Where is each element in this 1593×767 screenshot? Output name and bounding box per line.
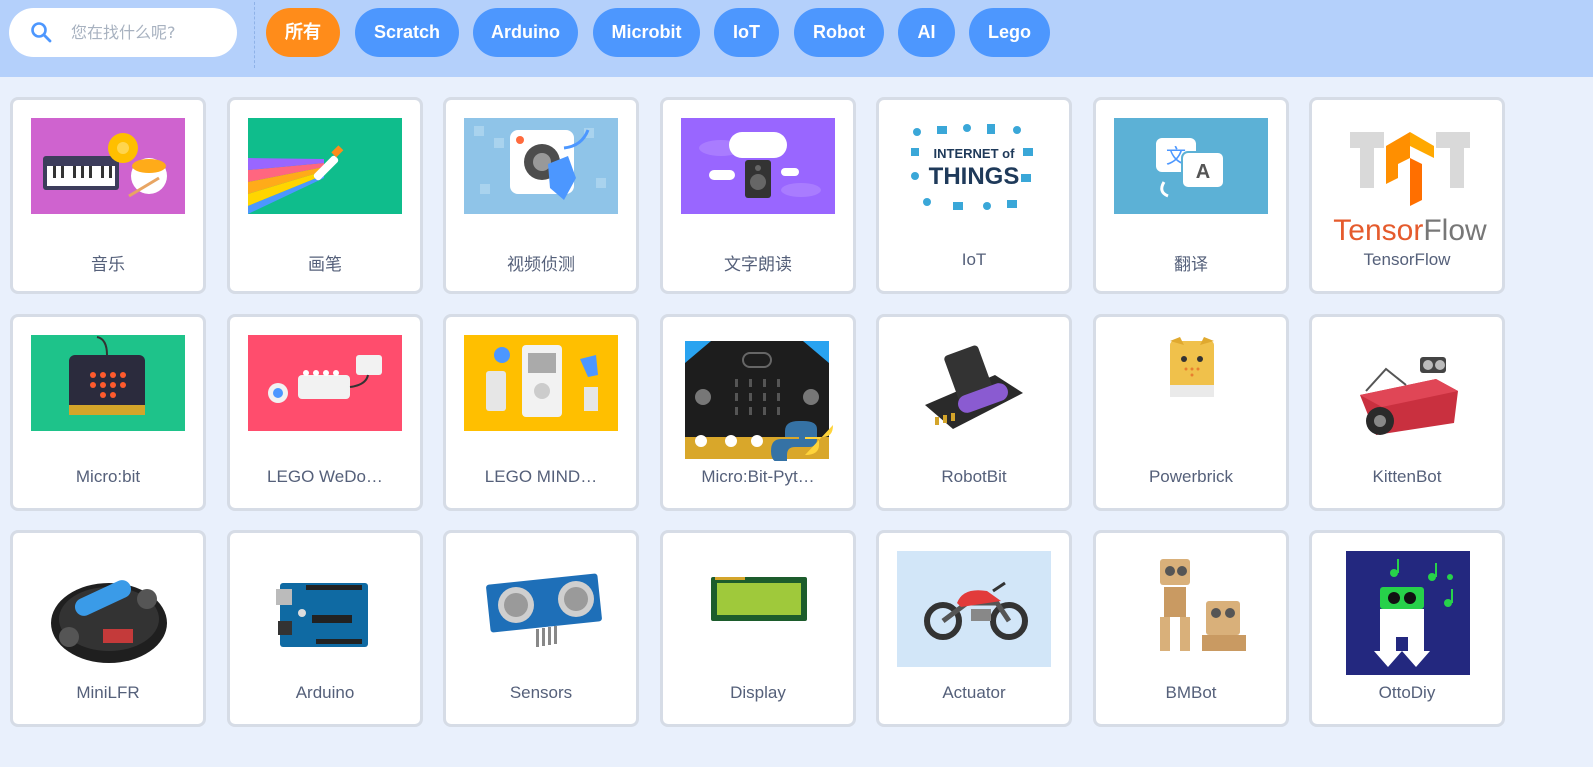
extension-label: LEGO MIND… bbox=[484, 467, 598, 486]
extension-label: Powerbrick bbox=[1148, 467, 1234, 486]
lcd-display-icon bbox=[709, 575, 809, 623]
kittenbot-icon bbox=[1346, 335, 1470, 459]
search-icon bbox=[31, 22, 52, 43]
extension-label: LEGO WeDo… bbox=[267, 467, 383, 486]
minilfr-icon bbox=[47, 559, 171, 669]
microbit-python-icon bbox=[681, 337, 833, 461]
extension-label: BMBot bbox=[1165, 683, 1217, 702]
extension-card-actuator[interactable]: Actuator bbox=[876, 530, 1072, 727]
extension-card-lego-wedo[interactable]: LEGO WeDo… bbox=[227, 314, 423, 511]
extension-label: Micro:bit bbox=[75, 467, 141, 486]
iot-art-text-2: THINGS bbox=[929, 163, 1020, 190]
ottodiy-icon bbox=[1346, 551, 1470, 675]
extension-card-iot[interactable]: INTERNET of THINGS IoT bbox=[876, 97, 1072, 294]
filter-tag-robot[interactable]: Robot bbox=[794, 8, 884, 57]
extension-card-tensorflow[interactable]: TensorFlow TensorFlow bbox=[1309, 97, 1505, 294]
extension-card-text-to-speech[interactable]: 文字朗读 bbox=[660, 97, 856, 294]
powerbrick-icon bbox=[1162, 335, 1222, 405]
extension-card-minilfr[interactable]: MiniLFR bbox=[10, 530, 206, 727]
filter-tag-microbit[interactable]: Microbit bbox=[593, 8, 700, 57]
microbit-icon bbox=[31, 335, 185, 431]
extension-card-kittenbot[interactable]: KittenBot bbox=[1309, 314, 1505, 511]
search-box[interactable] bbox=[9, 8, 237, 57]
extension-label: Actuator bbox=[942, 683, 1006, 702]
motorcycle-icon bbox=[897, 551, 1051, 667]
extension-card-microbit[interactable]: Micro:bit bbox=[10, 314, 206, 511]
extension-label: Arduino bbox=[295, 683, 355, 702]
extension-card-arduino[interactable]: Arduino bbox=[227, 530, 423, 727]
filter-tag-scratch[interactable]: Scratch bbox=[355, 8, 459, 57]
svg-text:A: A bbox=[1196, 161, 1210, 183]
filter-tag-iot[interactable]: IoT bbox=[714, 8, 779, 57]
robotbit-icon bbox=[911, 335, 1035, 447]
extension-card-bmbot[interactable]: BMBot bbox=[1093, 530, 1289, 727]
extension-label: KittenBot bbox=[1372, 467, 1442, 486]
extension-card-pen[interactable]: 画笔 bbox=[227, 97, 423, 294]
extension-card-translate[interactable]: 文 A 翻译 bbox=[1093, 97, 1289, 294]
extension-card-video-sensing[interactable]: 视频侦测 bbox=[443, 97, 639, 294]
extension-label: Micro:Bit-Pyt… bbox=[701, 467, 815, 486]
tensorflow-icon: TensorFlow bbox=[1330, 118, 1490, 248]
lego-wedo-icon bbox=[248, 335, 402, 431]
filter-tag-all[interactable]: 所有 bbox=[266, 8, 340, 57]
extension-label: 翻译 bbox=[1174, 255, 1208, 274]
extension-label: 画笔 bbox=[308, 255, 342, 274]
iot-art: INTERNET of THINGS bbox=[897, 118, 1051, 214]
extension-label: IoT bbox=[961, 250, 987, 269]
extension-label: MiniLFR bbox=[76, 683, 140, 702]
extension-label: Display bbox=[730, 683, 786, 702]
iot-art-text-1: INTERNET of bbox=[934, 146, 1016, 161]
music-icon bbox=[31, 118, 185, 214]
extension-card-ottodiy[interactable]: OttoDiy bbox=[1309, 530, 1505, 727]
extension-card-microbit-python[interactable]: Micro:Bit-Pyt… bbox=[660, 314, 856, 511]
extension-card-robotbit[interactable]: RobotBit bbox=[876, 314, 1072, 511]
text-to-speech-icon bbox=[681, 118, 835, 214]
extension-card-lego-mindstorms[interactable]: LEGO MIND… bbox=[443, 314, 639, 511]
translate-icon: 文 A bbox=[1114, 118, 1268, 214]
pen-icon bbox=[248, 118, 402, 214]
extension-card-sensors[interactable]: Sensors bbox=[443, 530, 639, 727]
filter-bar: 所有 Scratch Arduino Microbit IoT Robot AI… bbox=[0, 0, 1593, 77]
arduino-board-icon bbox=[276, 579, 372, 651]
extension-label: TensorFlow bbox=[1363, 250, 1451, 269]
divider bbox=[254, 2, 255, 68]
filter-tag-lego[interactable]: Lego bbox=[969, 8, 1050, 57]
search-input[interactable] bbox=[71, 18, 221, 47]
extension-label: 音乐 bbox=[91, 255, 125, 274]
extension-card-music[interactable]: 音乐 bbox=[10, 97, 206, 294]
extension-label: 文字朗读 bbox=[724, 255, 792, 274]
extension-label: OttoDiy bbox=[1378, 683, 1436, 702]
tensorflow-wordmark: TensorFlow bbox=[1333, 214, 1487, 247]
ultrasonic-sensor-icon bbox=[484, 571, 604, 651]
extension-card-powerbrick[interactable]: Powerbrick bbox=[1093, 314, 1289, 511]
extension-label: Sensors bbox=[509, 683, 573, 702]
filter-tag-ai[interactable]: AI bbox=[898, 8, 955, 57]
video-sensing-icon bbox=[464, 118, 618, 214]
filter-tag-arduino[interactable]: Arduino bbox=[473, 8, 578, 57]
iot-icon: INTERNET of THINGS bbox=[897, 118, 1051, 214]
extension-label: 视频侦测 bbox=[507, 255, 575, 274]
bmbot-icon bbox=[1130, 551, 1254, 663]
extension-card-display[interactable]: Display bbox=[660, 530, 856, 727]
lego-mindstorms-icon bbox=[464, 335, 618, 431]
extension-label: RobotBit bbox=[941, 467, 1007, 486]
